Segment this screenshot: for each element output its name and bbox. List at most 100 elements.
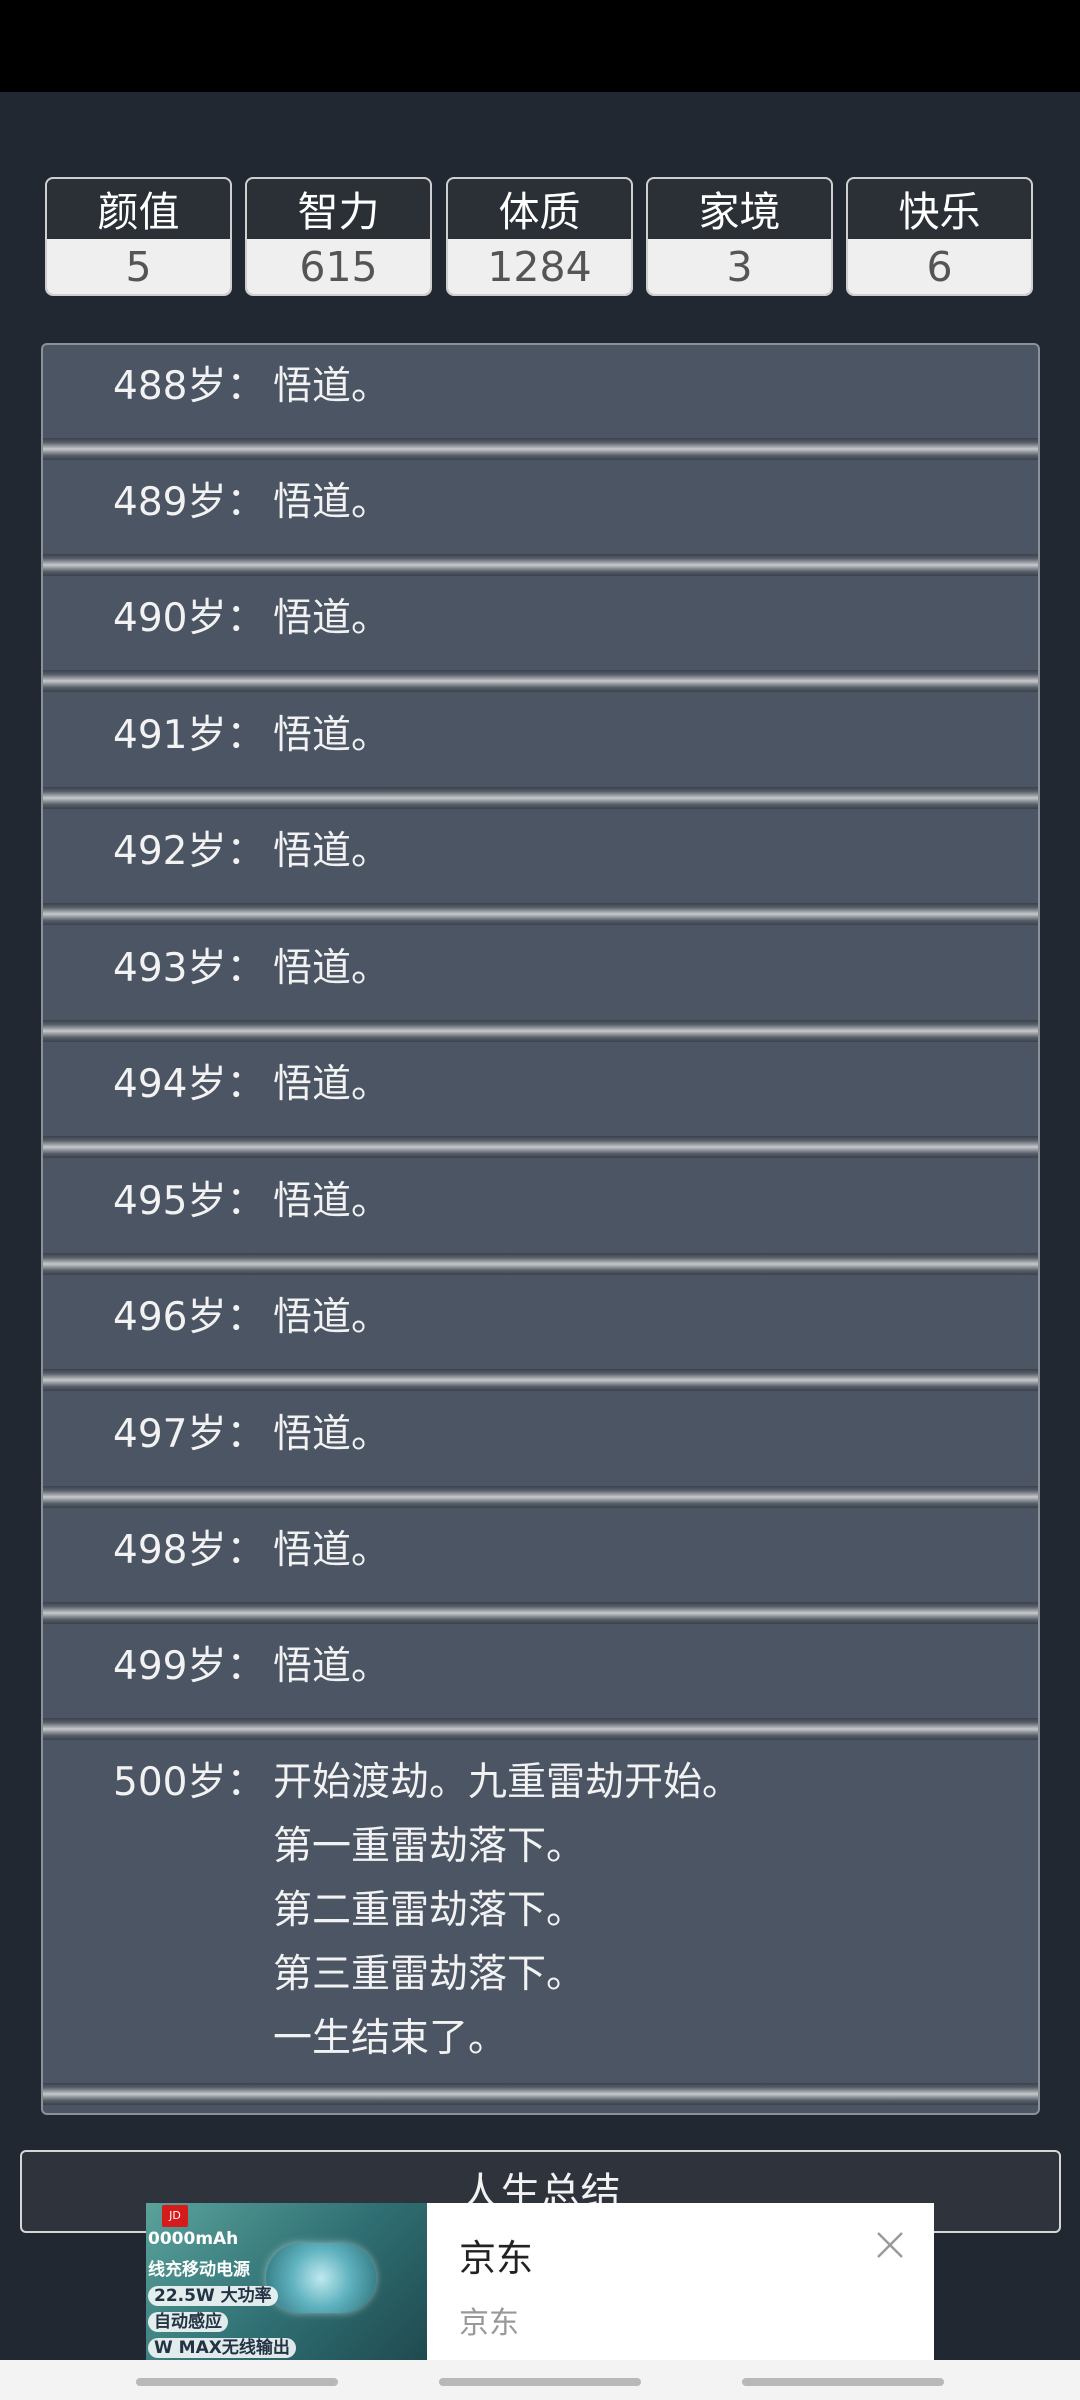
log-entry: 496岁： 悟道。: [43, 1286, 1038, 1362]
log-divider: [43, 670, 1038, 692]
log-event: 第三重雷劫落下。: [273, 1952, 586, 1997]
log-events: 悟道。: [273, 1635, 390, 1699]
log-events: 悟道。: [273, 1403, 390, 1467]
wireless-charger-graphic: [266, 2243, 376, 2313]
log-events: 悟道。: [273, 1519, 390, 1583]
log-event: 悟道。: [273, 1528, 391, 1573]
nav-handle[interactable]: [439, 2378, 641, 2386]
log-age: 490岁：: [113, 596, 266, 641]
close-icon[interactable]: [870, 2225, 910, 2265]
stat-label: 体质: [498, 188, 581, 236]
log-events: 悟道。: [273, 1286, 390, 1350]
ad-image-text: 线充移动电源: [148, 2260, 250, 2280]
log-event: 悟道。: [273, 1295, 391, 1340]
stats-panel: 颜值 5 智力 615 体质 1284 家境 3 快乐 6: [45, 177, 1037, 298]
ad-title: 京东: [459, 2237, 533, 2280]
log-entry: 498岁： 悟道。: [43, 1519, 1038, 1595]
ad-image[interactable]: JD 0000mAh 线充移动电源 22.5W 大功率 自动感应 W MAX无线…: [146, 2203, 427, 2360]
log-entry: 499岁： 悟道。: [43, 1635, 1038, 1711]
log-event: 悟道。: [273, 480, 391, 525]
log-divider: [43, 1718, 1038, 1740]
log-events: 开始渡劫。九重雷劫开始。 第一重雷劫落下。 第二重雷劫落下。 第三重雷劫落下。 …: [273, 1751, 741, 2071]
log-entry: 491岁： 悟道。: [43, 704, 1038, 780]
log-entry: 493岁： 悟道。: [43, 937, 1038, 1013]
log-event: 第二重雷劫落下。: [273, 1888, 586, 1933]
log-events: 悟道。: [273, 820, 390, 884]
log-age: 488岁：: [113, 364, 266, 409]
log-event: 悟道。: [273, 713, 391, 758]
log-divider: [43, 1369, 1038, 1391]
log-age: 492岁：: [113, 829, 266, 874]
ad-image-text: 自动感应: [148, 2312, 228, 2332]
stat-constitution: 体质 1284: [446, 177, 633, 296]
log-divider: [43, 1253, 1038, 1275]
log-event: 悟道。: [273, 1644, 391, 1689]
life-log-list[interactable]: 488岁： 悟道。 489岁： 悟道。 490岁： 悟道。 491岁： 悟道。 …: [41, 343, 1040, 2115]
stat-value: 3: [648, 239, 831, 294]
stat-value: 5: [47, 239, 230, 294]
log-event: 悟道。: [273, 596, 391, 641]
log-entry: 492岁： 悟道。: [43, 820, 1038, 896]
log-event: 悟道。: [273, 1412, 391, 1457]
stat-label: 颜值: [97, 188, 180, 236]
log-divider: [43, 438, 1038, 460]
log-divider: [43, 1020, 1038, 1042]
log-age: 489岁：: [113, 480, 266, 525]
log-event: 悟道。: [273, 946, 391, 991]
log-divider: [43, 554, 1038, 576]
stat-value: 1284: [448, 239, 631, 294]
log-events: 悟道。: [273, 704, 390, 768]
stat-family: 家境 3: [646, 177, 833, 296]
log-divider: [43, 1136, 1038, 1158]
log-events: 悟道。: [273, 1170, 390, 1234]
nav-handle[interactable]: [742, 2378, 944, 2386]
log-events: 悟道。: [273, 937, 390, 1001]
log-event: 悟道。: [273, 364, 391, 409]
stat-label: 快乐: [898, 188, 981, 236]
ad-banner[interactable]: JD 0000mAh 线充移动电源 22.5W 大功率 自动感应 W MAX无线…: [146, 2203, 934, 2360]
stat-label: 家境: [698, 188, 781, 236]
log-age: 500岁：: [113, 1760, 266, 1805]
log-age: 497岁：: [113, 1412, 266, 1457]
status-bar: [0, 0, 1080, 92]
stat-intelligence: 智力 615: [245, 177, 432, 296]
stat-value: 6: [848, 239, 1031, 294]
log-entry: 489岁： 悟道。: [43, 471, 1038, 547]
log-entry: 494岁： 悟道。: [43, 1053, 1038, 1129]
log-age: 499岁：: [113, 1644, 266, 1689]
log-event: 一生结束了。: [273, 2016, 508, 2061]
log-entry: 500岁： 开始渡劫。九重雷劫开始。 第一重雷劫落下。 第二重雷劫落下。 第三重…: [43, 1751, 1038, 2083]
log-age: 494岁：: [113, 1062, 266, 1107]
log-events: 悟道。: [273, 471, 390, 535]
log-divider: [43, 1486, 1038, 1508]
stat-appearance: 颜值 5: [45, 177, 232, 296]
log-event: 第一重雷劫落下。: [273, 1824, 586, 1869]
stat-value: 615: [247, 239, 430, 294]
log-entry: 497岁： 悟道。: [43, 1403, 1038, 1479]
log-divider: [43, 787, 1038, 809]
log-entry: 488岁： 悟道。: [43, 355, 1038, 431]
log-age: 491岁：: [113, 713, 266, 758]
ad-image-text: W MAX无线输出: [148, 2338, 296, 2358]
jd-logo-icon: JD: [162, 2205, 188, 2227]
log-entry: 495岁： 悟道。: [43, 1170, 1038, 1246]
nav-handle[interactable]: [136, 2378, 338, 2386]
log-divider: [43, 2083, 1038, 2105]
log-event: 开始渡劫。九重雷劫开始。: [273, 1760, 742, 1805]
log-age: 496岁：: [113, 1295, 266, 1340]
log-age: 498岁：: [113, 1528, 266, 1573]
log-events: 悟道。: [273, 355, 390, 419]
ad-image-text: 0000mAh: [148, 2229, 239, 2249]
log-age: 493岁：: [113, 946, 266, 991]
stat-happiness: 快乐 6: [846, 177, 1033, 296]
log-event: 悟道。: [273, 829, 391, 874]
log-divider: [43, 903, 1038, 925]
stat-label: 智力: [297, 188, 380, 236]
navigation-bar: [0, 2360, 1080, 2400]
log-events: 悟道。: [273, 587, 390, 651]
ad-image-text: 22.5W 大功率: [148, 2286, 278, 2306]
log-event: 悟道。: [273, 1062, 391, 1107]
ad-subtitle: 京东: [459, 2306, 519, 2341]
log-events: 悟道。: [273, 1053, 390, 1117]
log-event: 悟道。: [273, 1179, 391, 1224]
